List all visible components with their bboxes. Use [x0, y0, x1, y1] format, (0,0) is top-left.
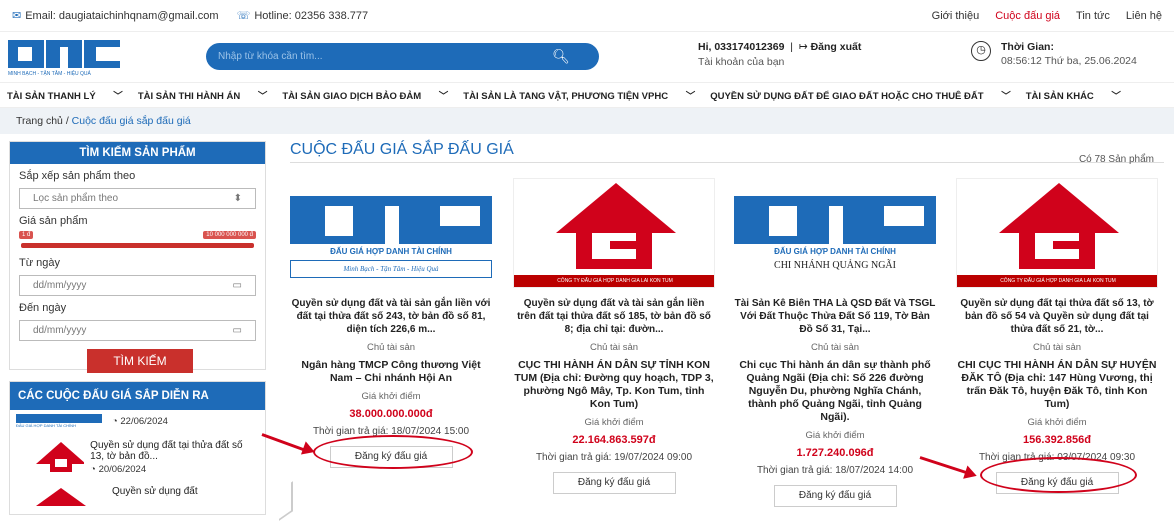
auction-title[interactable]: Quyền sử dụng đất tại thửa đất số 13, tờ… — [956, 297, 1158, 336]
starting-price: 22.164.863.597đ — [572, 434, 656, 446]
nav-item-land-use[interactable]: QUYỀN SỬ DỤNG ĐẤT ĐỂ GIAO ĐẤT HOẶC CHO T… — [710, 88, 1011, 102]
contact-hotline[interactable]: Hotline: 02356 338.777 — [254, 10, 368, 22]
breadcrumb: Trang chủ / Cuộc đấu giá sắp đấu giá — [0, 108, 1174, 134]
panel-title: TÌM KIẾM SẢN PHẨM — [10, 142, 265, 164]
clock-icon: ◷ — [971, 41, 991, 61]
logout-link[interactable]: Đăng xuất — [811, 41, 862, 53]
auction-card[interactable]: CÔNG TY ĐẤU GIÁ HỢP DANH GIA LAI KON TUM… — [513, 178, 715, 494]
calendar-icon: ▭ — [232, 280, 242, 291]
auction-card[interactable]: ĐẤU GIÁ HỢP DANH TÀI CHÍNH CHI NHÁNH QUẢ… — [734, 178, 936, 507]
nav-item-enforcement[interactable]: TÀI SẢN THI HÀNH ÁN ﹀ — [138, 88, 268, 102]
from-date-field[interactable]: dd/mm/yyyy ▭ — [19, 275, 256, 296]
nav-item-liquidation[interactable]: TÀI SẢN THANH LÝ ﹀ — [7, 88, 123, 102]
auction-thumbnail — [16, 440, 85, 478]
clock: ◷ Thời Gian: 08:56:12 Thứ ba, 25.06.2024 — [971, 41, 1137, 67]
breadcrumb-home[interactable]: Trang chủ — [16, 115, 63, 127]
starting-price: 38.000.000.000đ — [349, 408, 433, 420]
slider-track[interactable] — [21, 243, 254, 248]
owner-label: Chủ tài sản — [810, 342, 860, 353]
upcoming-item[interactable]: Quyền sử dụng đất — [10, 482, 265, 510]
site-logo[interactable]: MINH BẠCH - TẬN TÂM - HIỆU QUẢ — [8, 37, 126, 77]
to-date-label: Đến ngày — [19, 302, 67, 314]
auction-title[interactable]: Quyền sử dụng đất và tài sản gắn liền vớ… — [290, 297, 492, 336]
search-icon[interactable]: 🔍︎ — [523, 48, 599, 65]
upcoming-auctions-panel: CÁC CUỘC ĐẤU GIÁ SẮP DIỄN RA ĐẤU GIÁ HỢP… — [9, 381, 266, 515]
annotation-circle — [313, 435, 473, 469]
breadcrumb-current: Cuộc đấu giá sắp đấu giá — [71, 115, 191, 127]
register-button[interactable]: Đăng ký đấu giá — [773, 485, 897, 507]
select-arrow-icon: ⬍ — [233, 193, 242, 204]
clock-icon: ◔ — [90, 464, 96, 475]
owner-name: Ngân hàng TMCP Công thương Việt Nam – Ch… — [301, 359, 481, 384]
auction-title[interactable]: Quyền sử dụng đất và tài sản gắn liền tr… — [513, 297, 715, 336]
auction-image: ĐẤU GIÁ HỢP DANH TÀI CHÍNH CHI NHÁNH QUẢ… — [734, 178, 936, 288]
sort-select[interactable]: Lọc sản phẩm theo ⬍ — [19, 188, 256, 209]
owner-name: CỤC THI HÀNH ÁN DÂN SỰ TỈNH KON TUM (Địa… — [514, 359, 714, 410]
logo-caption: MINH BẠCH - TẬN TÂM - HIỆU QUẢ — [8, 71, 91, 77]
main-content: CUỘC ĐẤU GIÁ SẮP ĐẤU GIÁ Có 78 Sản phẩm … — [290, 141, 1164, 507]
logout-icon: ↦ — [798, 41, 808, 53]
owner-label: Chủ tài sản — [366, 342, 416, 353]
search-submit-button[interactable]: TÌM KIẾM — [87, 349, 193, 373]
upcoming-title: CÁC CUỘC ĐẤU GIÁ SẮP DIỄN RA — [10, 382, 265, 410]
search-input[interactable]: Nhập từ khóa cần tìm... — [218, 51, 323, 62]
search-bar[interactable]: Nhập từ khóa cần tìm... 🔍︎ — [206, 43, 599, 70]
contact-email[interactable]: Email: daugiataichinhqnam@gmail.com — [25, 10, 218, 22]
starting-price: 156.392.856đ — [1023, 434, 1091, 446]
nav-link-news[interactable]: Tin tức — [1076, 10, 1110, 22]
register-button[interactable]: Đăng ký đấu giá — [552, 472, 676, 494]
sidebar: TÌM KIẾM SẢN PHẨM Sắp xếp sản phẩm theo … — [9, 141, 293, 521]
clock-icon: ◔ — [112, 416, 118, 427]
user-phone[interactable]: Hi, 033174012369 — [698, 41, 784, 53]
upcoming-item[interactable]: Quyền sử dụng đất tại thửa đất số 13, tờ… — [10, 436, 265, 482]
price-min: 1 đ — [19, 231, 34, 239]
account-link[interactable]: Tài khoản của bạn — [698, 56, 861, 68]
nav-link-auctions[interactable]: Cuộc đấu giá — [995, 10, 1060, 22]
topbar: ✉ Email: daugiataichinhqnam@gmail.com ☏ Ho… — [0, 0, 1174, 32]
auction-card[interactable]: ĐẤU GIÁ HỢP DANH TÀI CHÍNH Minh Bạch - T… — [290, 178, 492, 468]
email-icon: ✉ — [12, 10, 22, 22]
phone-icon: ☏ — [236, 10, 251, 22]
price-range-slider[interactable]: 1 đ 10 000 000 000 đ — [19, 231, 256, 251]
bid-time: Thời gian trả giá: 18/07/2024 14:00 — [756, 465, 914, 476]
product-count: Có 78 Sản phẩm — [1078, 154, 1154, 165]
nav-item-other[interactable]: TÀI SẢN KHÁC ﹀ — [1026, 88, 1121, 102]
owner-name: CHI CỤC THI HÀNH ÁN DÂN SỰ HUYỆN ĐĂK TÔ … — [957, 359, 1157, 410]
price-max: 10 000 000 000 đ — [203, 231, 256, 239]
time-label: Thời Gian: — [1001, 41, 1054, 53]
auction-image: CÔNG TY ĐẤU GIÁ HỢP DANH GIA LAI KON TUM — [513, 178, 715, 288]
product-search-panel: TÌM KIẾM SẢN PHẨM Sắp xếp sản phẩm theo … — [9, 141, 266, 373]
starting-price: 1.727.240.096đ — [796, 447, 874, 459]
price-label: Giá khởi điểm — [805, 430, 865, 441]
auction-title[interactable]: Tài Sản Kê Biên THA Là QSD Đất Và TSGL V… — [734, 297, 936, 336]
nav-item-secured[interactable]: TÀI SẢN GIAO DỊCH BẢO ĐẢM ﹀ — [282, 88, 448, 102]
owner-name: Chi cục Thi hành án dân sự thành phố Quả… — [739, 359, 931, 423]
carousel-next-icon[interactable] — [279, 481, 293, 521]
calendar-icon: ▭ — [232, 325, 242, 336]
sort-label: Sắp xếp sản phẩm theo — [19, 170, 136, 182]
price-label: Giá sản phẩm — [19, 215, 88, 227]
upcoming-item[interactable]: ĐẤU GIÁ HỢP DANH TÀI CHÍNH ◔ 22/06/2024 — [10, 410, 265, 436]
time-value: 08:56:12 Thứ ba, 25.06.2024 — [1001, 55, 1137, 67]
nav-link-about[interactable]: Giới thiệu — [932, 10, 980, 22]
owner-label: Chủ tài sản — [589, 342, 639, 353]
main-nav: TÀI SẢN THANH LÝ ﹀ TÀI SẢN THI HÀNH ÁN ﹀… — [0, 82, 1174, 108]
bid-time: Thời gian trả giá: 19/07/2024 09:00 — [535, 452, 693, 463]
price-label: Giá khởi điểm — [1027, 417, 1087, 428]
nav-link-contact[interactable]: Liên hệ — [1126, 10, 1162, 22]
owner-label: Chủ tài sản — [1032, 342, 1082, 353]
annotation-circle — [980, 457, 1137, 493]
header: MINH BẠCH - TẬN TÂM - HIỆU QUẢ Nhập từ k… — [0, 32, 1174, 82]
price-label: Giá khởi điểm — [584, 417, 644, 428]
page-title: CUỘC ĐẤU GIÁ SẮP ĐẤU GIÁ — [290, 141, 522, 158]
nav-item-confiscated[interactable]: TÀI SẢN LÀ TANG VẬT, PHƯƠNG TIỆN VPHC ﹀ — [463, 88, 695, 102]
auction-image: CÔNG TY ĐẤU GIÁ HỢP DANH GIA LAI KON TUM — [956, 178, 1158, 288]
price-label: Giá khởi điểm — [361, 391, 421, 402]
user-info: Hi, 033174012369 | ↦ Đăng xuất Tài khoản… — [698, 41, 862, 68]
from-date-label: Từ ngày — [19, 257, 60, 269]
auction-image: ĐẤU GIÁ HỢP DANH TÀI CHÍNH Minh Bạch - T… — [290, 178, 492, 288]
auction-card[interactable]: CÔNG TY ĐẤU GIÁ HỢP DANH GIA LAI KON TUM… — [956, 178, 1158, 494]
to-date-field[interactable]: dd/mm/yyyy ▭ — [19, 320, 256, 341]
